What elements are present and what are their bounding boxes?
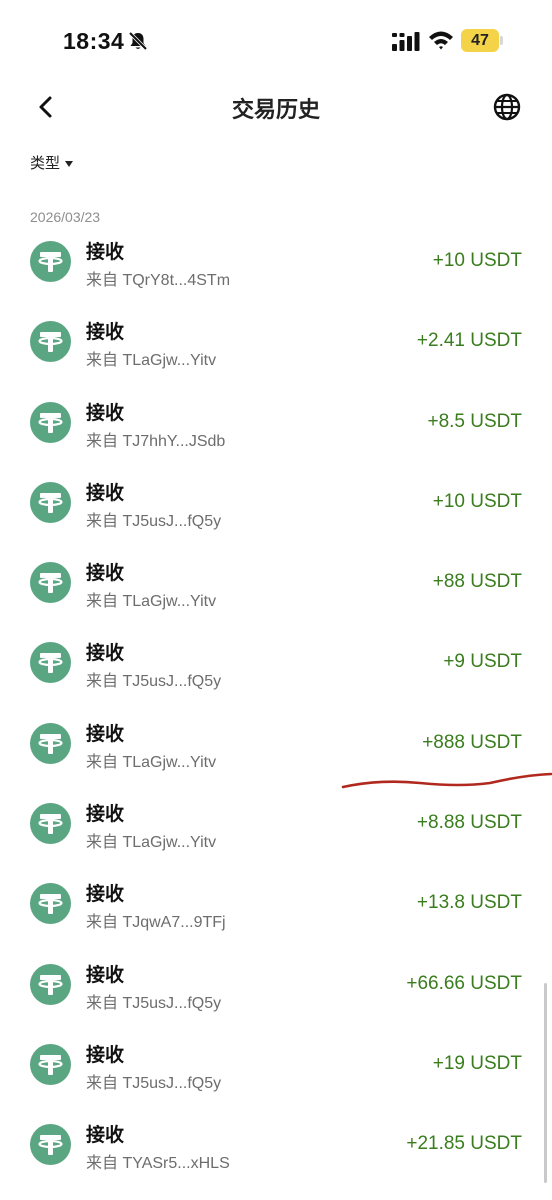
type-filter-dropdown[interactable]: 类型 bbox=[30, 152, 74, 174]
transaction-amount: +10 USDT bbox=[432, 250, 522, 271]
transaction-amount: +9 USDT bbox=[443, 651, 522, 673]
tether-icon bbox=[30, 321, 71, 363]
transaction-amount: +2.41 USDT bbox=[416, 330, 522, 352]
tether-icon bbox=[30, 562, 71, 604]
transaction-amount: +21.85 USDT bbox=[406, 1133, 522, 1155]
transaction-type: 接收 bbox=[86, 563, 125, 585]
page-title: 交易历史 bbox=[231, 97, 320, 122]
transaction-row[interactable]: 接收来自 TYASr5...xHLS +21.85 USDT bbox=[0, 1113, 552, 1193]
cellular-signal-icon bbox=[392, 32, 420, 51]
transaction-type: 接收 bbox=[86, 482, 125, 504]
transaction-sender: 来自 TYASr5...xHLS bbox=[86, 1155, 230, 1173]
transaction-amount: +13.8 USDT bbox=[416, 892, 522, 914]
transaction-type: 接收 bbox=[86, 1125, 125, 1147]
transaction-type: 接收 bbox=[86, 402, 125, 424]
tether-icon bbox=[30, 642, 71, 684]
transaction-sender: 来自 TLaGjw...Yitv bbox=[86, 352, 217, 370]
transaction-type: 接收 bbox=[86, 723, 125, 745]
tether-icon bbox=[30, 1043, 71, 1085]
status-bar: 18:34 47 bbox=[0, 0, 552, 80]
globe-icon[interactable] bbox=[492, 92, 522, 122]
transaction-amount: +19 USDT bbox=[432, 1052, 522, 1074]
date-group-header: 2026/03/23 bbox=[30, 209, 101, 225]
transaction-amount: +88 USDT bbox=[432, 571, 522, 593]
type-filter-label: 类型 bbox=[30, 155, 61, 172]
transaction-sender: 来自 TJ5usJ...fQ5y bbox=[86, 512, 222, 530]
transaction-type: 接收 bbox=[86, 804, 125, 826]
tether-icon bbox=[30, 401, 71, 443]
transaction-amount: +66.66 USDT bbox=[406, 972, 522, 994]
transaction-row[interactable]: 接收来自 TJqwA7...9TFj +13.8 USDT bbox=[0, 872, 552, 952]
transaction-row[interactable]: 接收来自 TLaGjw...Yitv +88 USDT bbox=[0, 551, 552, 631]
caret-down-icon bbox=[65, 160, 74, 167]
tether-icon bbox=[30, 722, 71, 764]
transaction-amount: +8.88 USDT bbox=[416, 812, 522, 834]
battery-tip bbox=[500, 36, 503, 45]
transaction-sender: 来自 TJ5usJ...fQ5y bbox=[86, 994, 222, 1012]
transaction-row[interactable]: 接收来自 TJ5usJ...fQ5y +19 USDT bbox=[0, 1033, 552, 1113]
transaction-amount: +8.5 USDT bbox=[427, 410, 522, 432]
transaction-type: 接收 bbox=[86, 643, 125, 665]
transaction-row[interactable]: 接收来自 TLaGjw...Yitv +8.88 USDT bbox=[0, 792, 552, 872]
transaction-sender: 来自 TLaGjw...Yitv bbox=[86, 593, 217, 611]
wifi-icon bbox=[429, 31, 453, 50]
tether-icon bbox=[30, 1124, 71, 1166]
transaction-row[interactable]: 接收来自 TLaGjw...Yitv +888 USDT bbox=[0, 712, 552, 792]
transaction-list: 接收 来自 TQrY8t...4STm +10 USDT 接收 来自 TLaGjw...… bbox=[0, 230, 552, 1194]
tether-icon bbox=[30, 963, 71, 1005]
transaction-type: 接收 bbox=[86, 322, 125, 344]
transaction-row[interactable]: 接收来自 TJ5usJ...fQ5y +10 USDT bbox=[0, 471, 552, 551]
transaction-row[interactable]: 接收来自 TJ5usJ...fQ5y +66.66 USDT bbox=[0, 953, 552, 1033]
tether-icon bbox=[30, 803, 71, 845]
status-time: 18:34 bbox=[63, 28, 125, 54]
transaction-type: 接收 bbox=[86, 1044, 125, 1066]
battery-indicator: 47 bbox=[461, 29, 499, 52]
tether-icon bbox=[30, 241, 71, 282]
tether-icon bbox=[30, 883, 71, 925]
transaction-sender: 来自 TJqwA7...9TFj bbox=[86, 914, 226, 932]
transaction-row[interactable]: 接收来自 TLaGjw...Yitv +2.41 USDT bbox=[0, 310, 552, 390]
transaction-sender: 来自 TJ7hhY...JSdb bbox=[86, 432, 226, 450]
transaction-type: 接收 bbox=[86, 964, 125, 986]
transaction-row[interactable]: 接收来自 TQrY8t...4STm +10 USDT bbox=[0, 230, 552, 310]
transaction-sender: 来自 TJ5usJ...fQ5y bbox=[86, 673, 222, 691]
transaction-sender: 来自 TLaGjw...Yitv bbox=[86, 834, 217, 852]
transaction-row[interactable]: 接收来自 TJ5usJ...fQ5y +9 USDT bbox=[0, 631, 552, 711]
nav-bar: 交易历史 bbox=[0, 82, 552, 132]
transaction-type: 接收 bbox=[86, 242, 125, 263]
transaction-type: 接收 bbox=[86, 884, 125, 906]
transaction-sender: 来自 TLaGjw...Yitv bbox=[86, 753, 217, 771]
tether-icon bbox=[30, 481, 71, 523]
transaction-row[interactable]: 接收来自 TJ7hhY...JSdb +8.5 USDT bbox=[0, 391, 552, 471]
transaction-sender: 来自 TQrY8t...4STm bbox=[86, 272, 231, 289]
transaction-amount: +888 USDT bbox=[422, 731, 522, 753]
muted-bell-icon bbox=[128, 31, 148, 51]
scrollbar[interactable] bbox=[544, 983, 547, 1183]
transaction-sender: 来自 TJ5usJ...fQ5y bbox=[86, 1074, 222, 1092]
transaction-amount: +10 USDT bbox=[432, 490, 522, 512]
